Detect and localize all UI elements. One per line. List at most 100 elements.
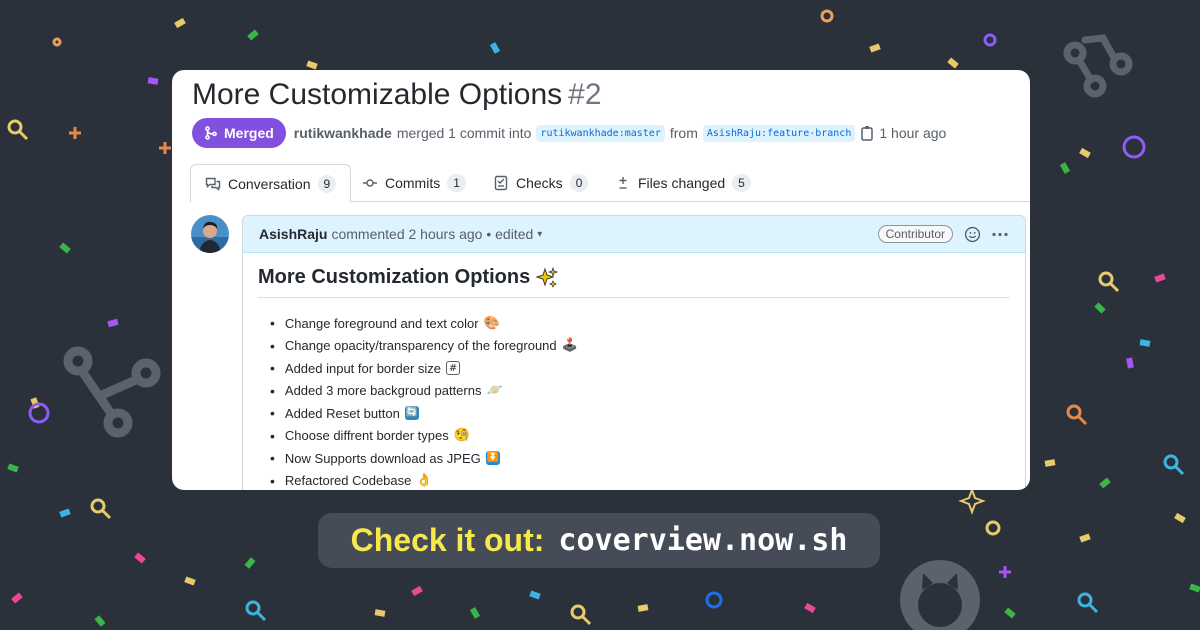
sparkles-icon <box>536 266 559 288</box>
confetti-ring <box>820 9 834 23</box>
tab-label: Conversation <box>228 175 311 192</box>
git-fork-icon <box>63 346 161 438</box>
tab-label: Checks <box>516 175 563 191</box>
list-item: Change opacity/transparency of the foreg… <box>270 335 578 358</box>
tab-label: Commits <box>385 175 441 191</box>
confetti-piece <box>804 602 816 614</box>
confetti-piece <box>244 557 256 569</box>
kebab-horizontal-icon[interactable] <box>991 226 1009 243</box>
confetti-piece <box>1139 339 1151 347</box>
confetti-piece <box>59 242 71 254</box>
hash-keycap-icon: # <box>446 361 461 376</box>
smiley-icon[interactable] <box>964 226 981 243</box>
merge-description: rutikwankhade merged 1 commit into rutik… <box>294 124 946 142</box>
confetti-piece <box>637 604 649 612</box>
plus-icon <box>999 566 1011 578</box>
diff-icon <box>619 177 627 189</box>
merge-time[interactable]: 1 hour ago <box>879 125 946 141</box>
git-merge-icon <box>205 126 217 140</box>
tab-conversation[interactable]: Conversation 9 <box>190 164 352 203</box>
list-item-text: Added input for border size <box>284 360 442 376</box>
pr-title-text: More Customizable Options <box>192 78 563 111</box>
pr-meta: Merged rutikwankhade merged 1 commit int… <box>192 118 946 148</box>
confetti-piece <box>947 57 959 69</box>
confetti-piece <box>107 318 119 328</box>
key-icon-stem <box>580 614 592 626</box>
pull-request-card: More Customizable Options #2 Merged rutik… <box>172 70 1030 490</box>
confetti-piece <box>247 29 259 41</box>
call-to-action: Check it out: coverview.now.sh <box>318 513 880 568</box>
list-item-text: Choose diffrent border types <box>284 428 449 444</box>
list-item-text: Now Supports download as JPEG <box>284 450 481 466</box>
head-branch[interactable]: AsishRaju:feature-branch <box>702 124 856 142</box>
comment-heading-text: More Customization Options <box>258 266 531 288</box>
confetti-piece <box>134 552 146 564</box>
commit-icon <box>363 179 377 187</box>
plus-icon <box>159 142 171 154</box>
base-branch[interactable]: rutikwankhade:master <box>536 124 665 142</box>
confetti-piece <box>1004 607 1016 619</box>
merge-action-text: merged 1 commit into <box>396 125 532 141</box>
confetti-ring <box>983 33 997 47</box>
key-icon-stem <box>1108 281 1120 293</box>
pr-number[interactable]: #2 <box>568 78 601 111</box>
copy-icon[interactable] <box>860 125 874 141</box>
list-item: Added 3 more backgroud patterns🪐 <box>270 380 578 403</box>
key-icon-stem <box>17 129 29 141</box>
avatar-image <box>191 215 229 253</box>
merged-status-label: Merged <box>224 125 274 141</box>
cta-label: Check it out: <box>350 522 545 558</box>
tab-count: 9 <box>317 174 337 193</box>
merger-username[interactable]: rutikwankhade <box>294 125 392 141</box>
comment-author[interactable]: AsishRaju <box>259 226 327 242</box>
confetti-piece <box>7 463 19 473</box>
sparkle-icon <box>958 487 986 515</box>
pr-title: More Customizable Options #2 <box>192 78 602 112</box>
fast-down-icon: ⏬ <box>485 451 500 466</box>
list-item: Change foreground and text color🎨 <box>270 312 578 335</box>
heading-divider <box>258 297 1010 298</box>
joystick-icon: 🕹️ <box>561 338 578 354</box>
change-list: Change foreground and text color🎨 Change… <box>270 312 578 490</box>
confetti-piece <box>529 590 541 600</box>
tab-count: 5 <box>732 174 751 192</box>
list-item: Added Reset button 🔄 <box>270 402 578 425</box>
confetti-piece <box>174 17 186 29</box>
conversation-icon <box>205 177 221 191</box>
confetti-piece <box>489 42 501 54</box>
plus-icon <box>69 127 81 139</box>
confetti-piece <box>1094 302 1106 314</box>
tab-count: 0 <box>569 174 589 192</box>
confetti-piece <box>1174 512 1186 524</box>
comment-meta[interactable]: commented 2 hours ago • edited <box>331 226 533 242</box>
tab-checks[interactable]: Checks 0 <box>493 164 589 202</box>
confetti-piece <box>1044 459 1056 467</box>
confetti-piece <box>59 508 71 518</box>
list-item: Choose diffrent border types🧐 <box>270 425 578 448</box>
key-icon-stem <box>255 610 267 622</box>
cta-url[interactable]: coverview.now.sh <box>558 523 847 558</box>
tab-files-changed[interactable]: Files changed 5 <box>615 164 751 202</box>
tab-commits[interactable]: Commits 1 <box>362 164 466 202</box>
github-octocat-icon <box>900 560 980 630</box>
comment-actions <box>964 226 1009 243</box>
confetti-piece <box>1126 357 1134 369</box>
list-item-text: Change foreground and text color <box>284 315 479 331</box>
confetti-ring <box>1122 135 1146 159</box>
comment-heading: More Customization Options <box>258 266 559 289</box>
confetti-piece <box>869 43 881 53</box>
planet-icon: 🪐 <box>486 383 503 399</box>
confetti-ring <box>705 591 723 609</box>
chevron-down-icon[interactable]: ▾ <box>537 229 542 240</box>
confetti-piece <box>11 592 23 604</box>
list-item: Now Supports download as JPEG ⏬ <box>270 447 578 470</box>
confetti-piece <box>1099 477 1111 489</box>
confetti-piece <box>1059 162 1071 174</box>
from-text: from <box>669 125 698 141</box>
key-icon-stem <box>1087 602 1099 614</box>
git-merge-icon <box>1063 34 1133 98</box>
confetti-piece <box>411 585 423 597</box>
comment-header: AsishRaju commented 2 hours ago • edited… <box>243 216 1025 253</box>
refresh-icon: 🔄 <box>404 406 419 421</box>
avatar[interactable] <box>191 215 229 253</box>
